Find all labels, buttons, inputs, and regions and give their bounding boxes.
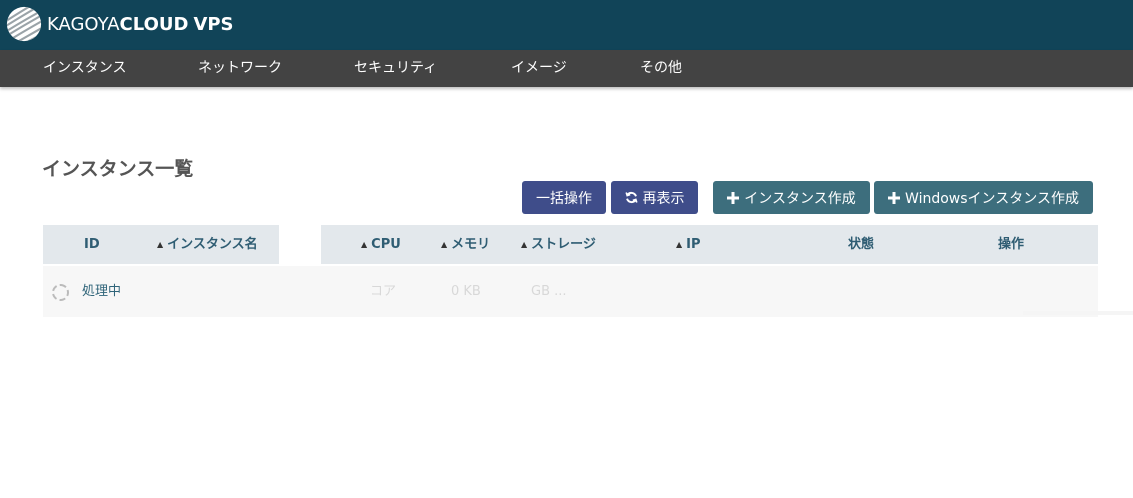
nav-item-security[interactable]: セキュリティ bbox=[354, 50, 437, 87]
nav-item-network[interactable]: ネットワーク bbox=[198, 50, 282, 87]
refresh-icon bbox=[624, 191, 638, 204]
sort-icon: ▲︎ bbox=[157, 240, 164, 249]
logo-text-kagoya: KAGOYA bbox=[47, 13, 120, 35]
row-status: 処理中 bbox=[82, 284, 122, 299]
divider bbox=[1023, 311, 1133, 315]
column-header-ip[interactable]: ▲︎ IP bbox=[676, 225, 701, 264]
column-header-label: 状態 bbox=[848, 237, 875, 252]
bulk-action-label: 一括操作 bbox=[536, 190, 592, 207]
instance-table: ID ▲︎ インスタンス名 ▲︎ CPU ▲︎ メモリ ▲︎ ストレージ ▲︎ IP 状態… bbox=[43, 225, 1098, 317]
plus-icon bbox=[888, 191, 901, 204]
main-nav: インスタンス ネットワーク セキュリティ イメージ その他 bbox=[0, 50, 1133, 87]
column-header-label: 操作 bbox=[998, 237, 1025, 252]
row-cpu: コア bbox=[370, 284, 397, 299]
bulk-action-button[interactable]: 一括操作 bbox=[522, 181, 606, 214]
column-header-id[interactable]: ID bbox=[84, 225, 100, 264]
logo-text-vps: VPS bbox=[193, 13, 234, 35]
row-memory: 0 KB bbox=[451, 284, 481, 299]
create-windows-instance-label: Windowsインスタンス作成 bbox=[905, 190, 1079, 207]
column-header-actions: 操作 bbox=[998, 225, 1024, 264]
logo-text-cloud: CLOUD bbox=[119, 13, 189, 35]
column-header-cpu[interactable]: ▲︎ CPU bbox=[361, 225, 401, 264]
column-header-label: ストレージ bbox=[531, 237, 596, 252]
logo-globe-icon bbox=[6, 6, 42, 42]
create-windows-instance-button[interactable]: Windowsインスタンス作成 bbox=[874, 181, 1093, 214]
refresh-label: 再表示 bbox=[642, 190, 685, 207]
row-storage: GB ... bbox=[531, 284, 567, 299]
table-header: ID ▲︎ インスタンス名 ▲︎ CPU ▲︎ メモリ ▲︎ ストレージ ▲︎ IP 状態… bbox=[43, 225, 1098, 264]
column-header-status: 状態 bbox=[848, 225, 874, 264]
column-header-label: CPU bbox=[371, 237, 401, 252]
header-gap bbox=[279, 225, 321, 264]
sort-icon: ▲︎ bbox=[521, 240, 528, 249]
sort-icon: ▲︎ bbox=[361, 240, 368, 249]
column-header-instance-name[interactable]: ▲︎ インスタンス名 bbox=[157, 225, 258, 264]
column-header-label: インスタンス名 bbox=[167, 237, 258, 252]
loading-spinner-icon bbox=[52, 284, 69, 301]
nav-item-instances[interactable]: インスタンス bbox=[43, 50, 126, 87]
sort-icon: ▲︎ bbox=[441, 240, 448, 249]
top-header: KAGOYACLOUD VPS bbox=[0, 0, 1133, 50]
column-header-memory[interactable]: ▲︎ メモリ bbox=[441, 225, 490, 264]
column-header-label: メモリ bbox=[451, 237, 491, 252]
refresh-button[interactable]: 再表示 bbox=[611, 181, 698, 214]
column-header-label: ID bbox=[84, 237, 100, 252]
column-header-label: IP bbox=[686, 237, 701, 252]
create-instance-label: インスタンス作成 bbox=[744, 190, 856, 207]
page-title: インスタンス一覧 bbox=[42, 158, 194, 180]
nav-item-other[interactable]: その他 bbox=[640, 50, 682, 87]
sort-icon: ▲︎ bbox=[676, 240, 683, 249]
nav-item-images[interactable]: イメージ bbox=[511, 50, 567, 87]
logo-wordmark: KAGOYACLOUD VPS bbox=[47, 14, 234, 35]
create-instance-button[interactable]: インスタンス作成 bbox=[713, 181, 870, 214]
kagoya-cloud-vps-logo[interactable]: KAGOYACLOUD VPS bbox=[5, 5, 234, 43]
table-row[interactable]: 処理中 コア 0 KB GB ... bbox=[43, 266, 1098, 317]
column-header-storage[interactable]: ▲︎ ストレージ bbox=[521, 225, 596, 264]
plus-icon bbox=[727, 191, 740, 204]
